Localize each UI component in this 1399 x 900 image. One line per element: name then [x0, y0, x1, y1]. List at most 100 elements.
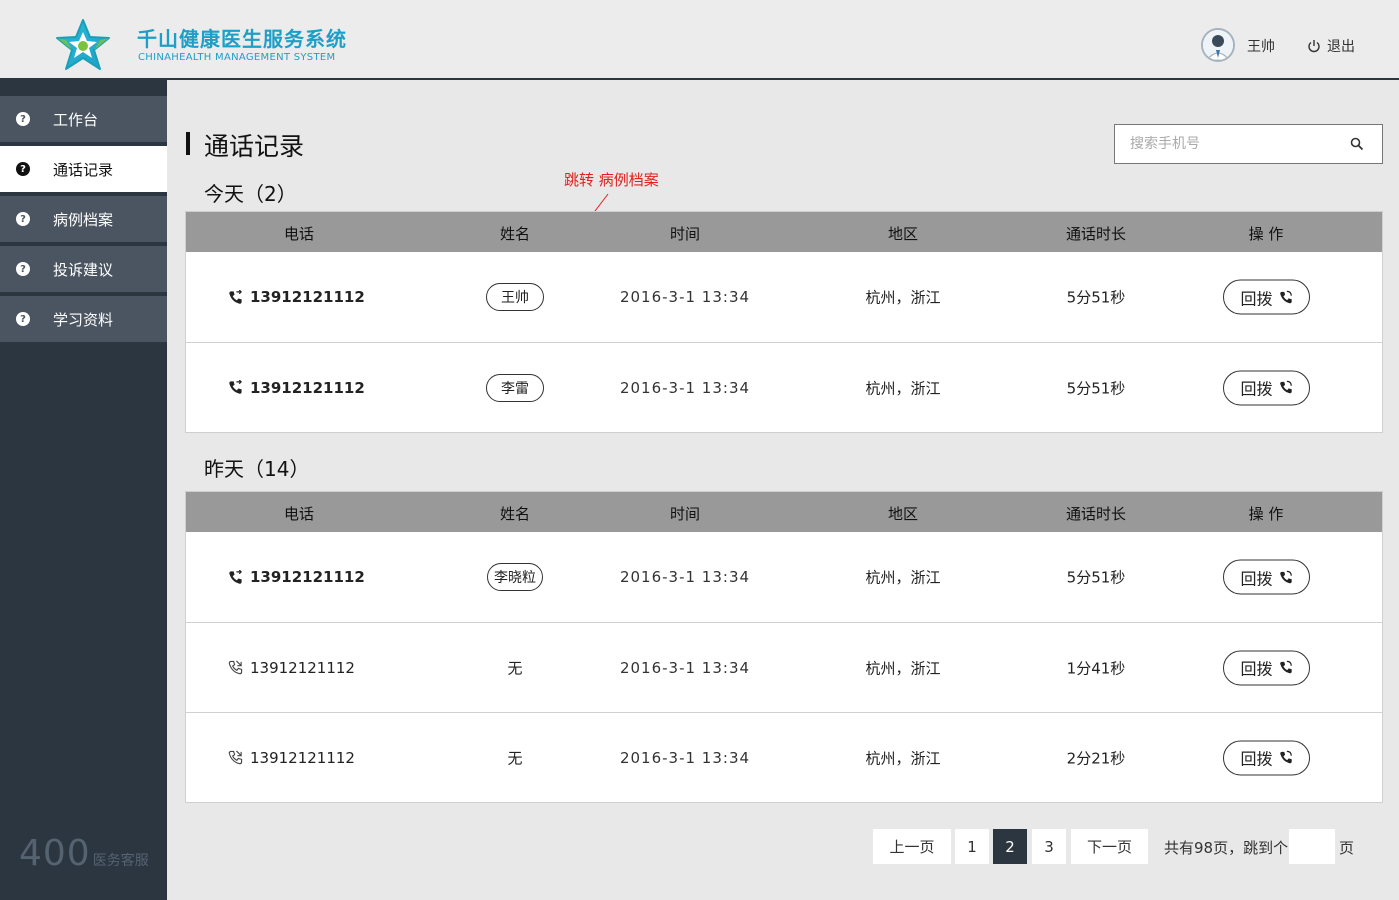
question-circle-icon: ? — [16, 212, 30, 226]
callback-label: 回拨 — [1240, 569, 1273, 588]
title-accent-bar — [186, 132, 190, 155]
call-region: 杭州，浙江 — [865, 288, 941, 307]
pagination-suffix: 页 — [1339, 839, 1355, 857]
phone-number: 13912121112 — [250, 288, 365, 306]
phone-icon — [229, 289, 242, 304]
call-table-today: 电话 姓名 时间 地区 通话时长 操 作 13912121112 王帅 2016… — [185, 211, 1383, 433]
search-icon[interactable] — [1350, 137, 1364, 151]
annotation-note: 跳转 病例档案 — [564, 171, 659, 189]
phone-callback-icon — [1279, 380, 1292, 394]
callback-button[interactable]: 回拨 — [1223, 650, 1310, 685]
patient-name-link[interactable]: 李雷 — [486, 373, 544, 402]
phone-callback-icon — [1279, 290, 1292, 303]
brand-subtitle: CHINAHEALTH MANAGEMENT SYSTEM — [138, 52, 336, 63]
search-box — [1114, 124, 1383, 164]
phone-cell: 13912121112 — [228, 749, 355, 767]
call-duration: 1分41秒 — [1066, 659, 1126, 677]
next-page-button[interactable]: 下一页 — [1071, 829, 1148, 864]
callback-label: 回拨 — [1240, 749, 1273, 769]
column-header-name: 姓名 — [499, 225, 531, 243]
sidebar-item-workbench[interactable]: ? 工作台 — [0, 96, 167, 142]
phone-number: 13912121112 — [250, 748, 355, 767]
call-time: 2016-3-1 13:34 — [619, 658, 751, 677]
app-header: 千山健康医生服务系统 CHINAHEALTH MANAGEMENT SYSTEM… — [0, 0, 1399, 80]
phone-missed-icon — [228, 750, 243, 765]
table-row: 13912121112 无 2016-3-1 13:34 杭州，浙江 2分21秒… — [186, 712, 1382, 802]
table-row: 13912121112 李雷 2016-3-1 13:34 杭州，浙江 5分51… — [186, 342, 1382, 432]
column-header-time: 时间 — [669, 225, 701, 243]
call-duration: 5分51秒 — [1066, 568, 1126, 587]
sidebar-item-case-files[interactable]: ? 病例档案 — [0, 196, 167, 242]
avatar[interactable] — [1201, 28, 1235, 62]
table-row: 13912121112 无 2016-3-1 13:34 杭州，浙江 1分41秒… — [186, 622, 1382, 712]
page-button-1[interactable]: 1 — [955, 829, 989, 864]
question-circle-icon: ? — [16, 262, 30, 276]
question-circle-icon: ? — [16, 162, 30, 176]
phone-cell: 13912121112 — [228, 568, 365, 586]
page-title: 通话记录 — [204, 132, 305, 161]
column-header-name: 姓名 — [499, 505, 531, 523]
sidebar-item-label: 通话记录 — [53, 160, 114, 179]
call-time: 2016-3-1 13:34 — [619, 568, 751, 586]
call-region: 杭州，浙江 — [865, 659, 941, 677]
section-title-today: 今天（2） — [204, 182, 297, 206]
page-button-2-current[interactable]: 2 — [993, 829, 1027, 864]
search-input[interactable] — [1115, 125, 1335, 163]
phone-callback-icon — [1279, 660, 1292, 674]
sidebar-item-learning[interactable]: ? 学习资料 — [0, 296, 167, 342]
call-duration: 5分51秒 — [1066, 379, 1126, 397]
callback-button[interactable]: 回拨 — [1223, 370, 1310, 405]
table-row: 13912121112 王帅 2016-3-1 13:34 杭州，浙江 5分51… — [186, 252, 1382, 342]
column-header-time: 时间 — [669, 505, 701, 523]
phone-number: 13912121112 — [250, 658, 355, 677]
phone-number: 13912121112 — [250, 568, 365, 586]
logout-button[interactable]: 退出 — [1307, 36, 1355, 56]
hotline: 400 医务客服 — [19, 833, 149, 874]
sidebar-item-label: 学习资料 — [53, 310, 114, 329]
prev-page-button[interactable]: 上一页 — [873, 829, 951, 864]
callback-button[interactable]: 回拨 — [1223, 740, 1310, 775]
question-circle-icon: ? — [16, 312, 30, 326]
avatar-person-icon — [1203, 30, 1233, 60]
user-name[interactable]: 王帅 — [1247, 36, 1275, 56]
patient-name: 无 — [507, 749, 523, 767]
power-icon — [1308, 40, 1320, 53]
sidebar-item-complaints[interactable]: ? 投诉建议 — [0, 246, 167, 292]
column-header-duration: 通话时长 — [1065, 505, 1127, 523]
column-header-action: 操 作 — [1248, 505, 1284, 523]
column-header-duration: 通话时长 — [1065, 225, 1127, 243]
star-logo-icon — [56, 19, 110, 70]
sidebar-item-label: 病例档案 — [53, 210, 114, 229]
jump-page-input[interactable] — [1289, 829, 1335, 864]
logout-label: 退出 — [1327, 39, 1355, 55]
call-region: 杭州，浙江 — [865, 379, 941, 397]
page-button-3[interactable]: 3 — [1032, 829, 1066, 864]
phone-callback-icon — [1279, 570, 1292, 583]
column-header-region: 地区 — [887, 225, 919, 243]
table-row: 13912121112 李晓粒 2016-3-1 13:34 杭州，浙江 5分5… — [186, 532, 1382, 622]
column-header-phone: 电话 — [283, 505, 315, 523]
callback-label: 回拨 — [1240, 379, 1273, 399]
patient-name-link[interactable]: 王帅 — [486, 283, 544, 311]
callback-label: 回拨 — [1240, 659, 1273, 679]
callback-button[interactable]: 回拨 — [1223, 559, 1310, 595]
call-duration: 2分21秒 — [1066, 749, 1126, 767]
call-table-yesterday: 电话 姓名 时间 地区 通话时长 操 作 13912121112 李晓粒 201… — [185, 491, 1383, 803]
callback-label: 回拨 — [1240, 289, 1273, 308]
call-time: 2016-3-1 13:34 — [619, 748, 751, 767]
section-title-yesterday: 昨天（14） — [204, 457, 310, 481]
phone-number: 13912121112 — [250, 378, 365, 397]
hotline-label: 医务客服 — [92, 853, 149, 869]
call-region: 杭州，浙江 — [865, 568, 941, 587]
patient-name-link[interactable]: 李晓粒 — [487, 563, 543, 591]
brand-title: 千山健康医生服务系统 — [137, 27, 347, 51]
call-time: 2016-3-1 13:34 — [619, 378, 751, 397]
callback-button[interactable]: 回拨 — [1223, 279, 1310, 315]
sidebar-item-call-records[interactable]: ? 通话记录 — [0, 146, 167, 192]
column-header-region: 地区 — [887, 505, 919, 523]
table-header: 电话 姓名 时间 地区 通话时长 操 作 — [186, 492, 1382, 532]
phone-cell: 13912121112 — [228, 288, 365, 306]
call-duration: 5分51秒 — [1066, 288, 1126, 307]
call-region: 杭州，浙江 — [865, 749, 941, 767]
pagination-total: 共有98页，跳到个 — [1164, 839, 1289, 857]
